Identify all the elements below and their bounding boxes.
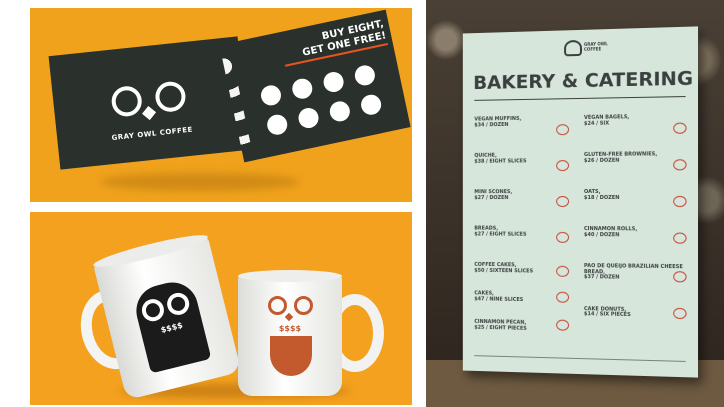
left-mug: $$$$ <box>72 229 248 405</box>
stamp-circle <box>353 63 377 88</box>
menu-panel: GRAY OWL COFFEE BAKERY & CATERING VEGAN … <box>426 0 724 407</box>
owl-eye-right-icon <box>164 290 192 318</box>
pastry-icon <box>556 160 570 172</box>
owl-beak-icon <box>142 106 157 121</box>
stamp-grid <box>258 58 394 143</box>
stamp-circle <box>296 106 321 130</box>
title-divider <box>474 96 686 101</box>
footer-divider <box>474 355 686 362</box>
menu-item: QUICHE, $38 / EIGHT SLICES <box>474 152 527 165</box>
menu-item: VEGAN BAGELS, $24 / SIX <box>583 114 630 127</box>
pastry-icon <box>673 232 687 244</box>
right-owl-eye-right-icon <box>294 296 313 315</box>
menu-item: CINNAMON ROLLS, $40 / DOZEN <box>583 226 638 238</box>
right-mug: $$$$ <box>238 270 384 398</box>
stamp-circle <box>259 83 283 108</box>
menu-item: CAKE DONUTS, $14 / SIX PIECES <box>583 305 631 319</box>
menu-item: MINI SCONES, $27 / DOZEN <box>474 189 513 201</box>
menu-item: CINNAMON PECAN, $25 / EIGHT PIECES <box>474 318 527 332</box>
owl-logo <box>104 74 194 127</box>
stamp-circle <box>327 99 352 124</box>
loyalty-card-back: BUY EIGHT, GET ONE FREE! <box>219 9 411 163</box>
owl-eye-right-icon <box>153 80 187 114</box>
right-mug-body <box>238 274 342 396</box>
pastry-icon <box>673 195 687 208</box>
pastry-icon <box>673 271 687 283</box>
menu-item: GLUTEN-FREE BROWNIES, $26 / DOZEN <box>583 151 658 164</box>
stamp-circle <box>321 70 346 94</box>
menu-logo-icon <box>564 39 582 57</box>
menu-item: CAKES, $47 / NINE SLICES <box>474 290 524 303</box>
stamp-circle <box>265 112 290 137</box>
menu-sheet: GRAY OWL COFFEE BAKERY & CATERING VEGAN … <box>462 26 699 378</box>
stamp-circle <box>359 92 383 117</box>
menu-item: OATS, $18 / DOZEN <box>583 188 620 201</box>
menu-item: COFFEE CAKES, $50 / SIXTEEN SLICES <box>474 261 534 274</box>
pastry-icon <box>556 265 570 277</box>
owl-eye-left-icon <box>110 84 144 118</box>
pastry-icon <box>673 159 687 171</box>
right-mug-rim <box>238 270 342 282</box>
menu-item: PAO DE QUEIJO BRAZILIAN CHEESE BREAD, $37… <box>583 263 683 281</box>
right-owl-eye-left-icon <box>268 296 287 315</box>
menu-left-column: VEGAN MUFFINS, $34 / DOZEN QUICHE, $38 / E… <box>474 116 568 333</box>
menu-item: BREADS, $27 / EIGHT SLICES <box>474 225 527 238</box>
stamp-circle <box>290 76 315 101</box>
pastry-icon <box>673 122 687 134</box>
loyalty-card-front: GRAY OWL COFFEE <box>48 36 250 170</box>
menu-right-column: VEGAN BAGELS, $24 / SIX GLUTEN-FREE BROWN… <box>584 114 686 319</box>
pastry-icon <box>673 307 687 320</box>
pastry-icon <box>556 319 570 331</box>
loyalty-card-panel: GRAY OWL COFFEE BUY EIGHT, GET ONE FREE! <box>30 8 412 202</box>
owl-eye-left-icon <box>139 296 167 324</box>
pastry-icon <box>556 231 570 243</box>
menu-item: VEGAN MUFFINS, $34 / DOZEN <box>474 115 522 128</box>
pastry-icon <box>556 196 570 207</box>
menu-logo-text: GRAY OWL COFFEE <box>583 41 608 52</box>
pastry-icon <box>556 291 570 303</box>
card-shadow <box>100 173 300 191</box>
brand-name: GRAY OWL COFFEE <box>111 125 194 143</box>
mugs-panel: $$$$ $$$$ <box>30 212 412 405</box>
menu-title: BAKERY & CATERING <box>473 67 694 95</box>
right-mug-mark: $$$$ <box>278 324 302 333</box>
coffee-cup-icon <box>270 336 312 376</box>
